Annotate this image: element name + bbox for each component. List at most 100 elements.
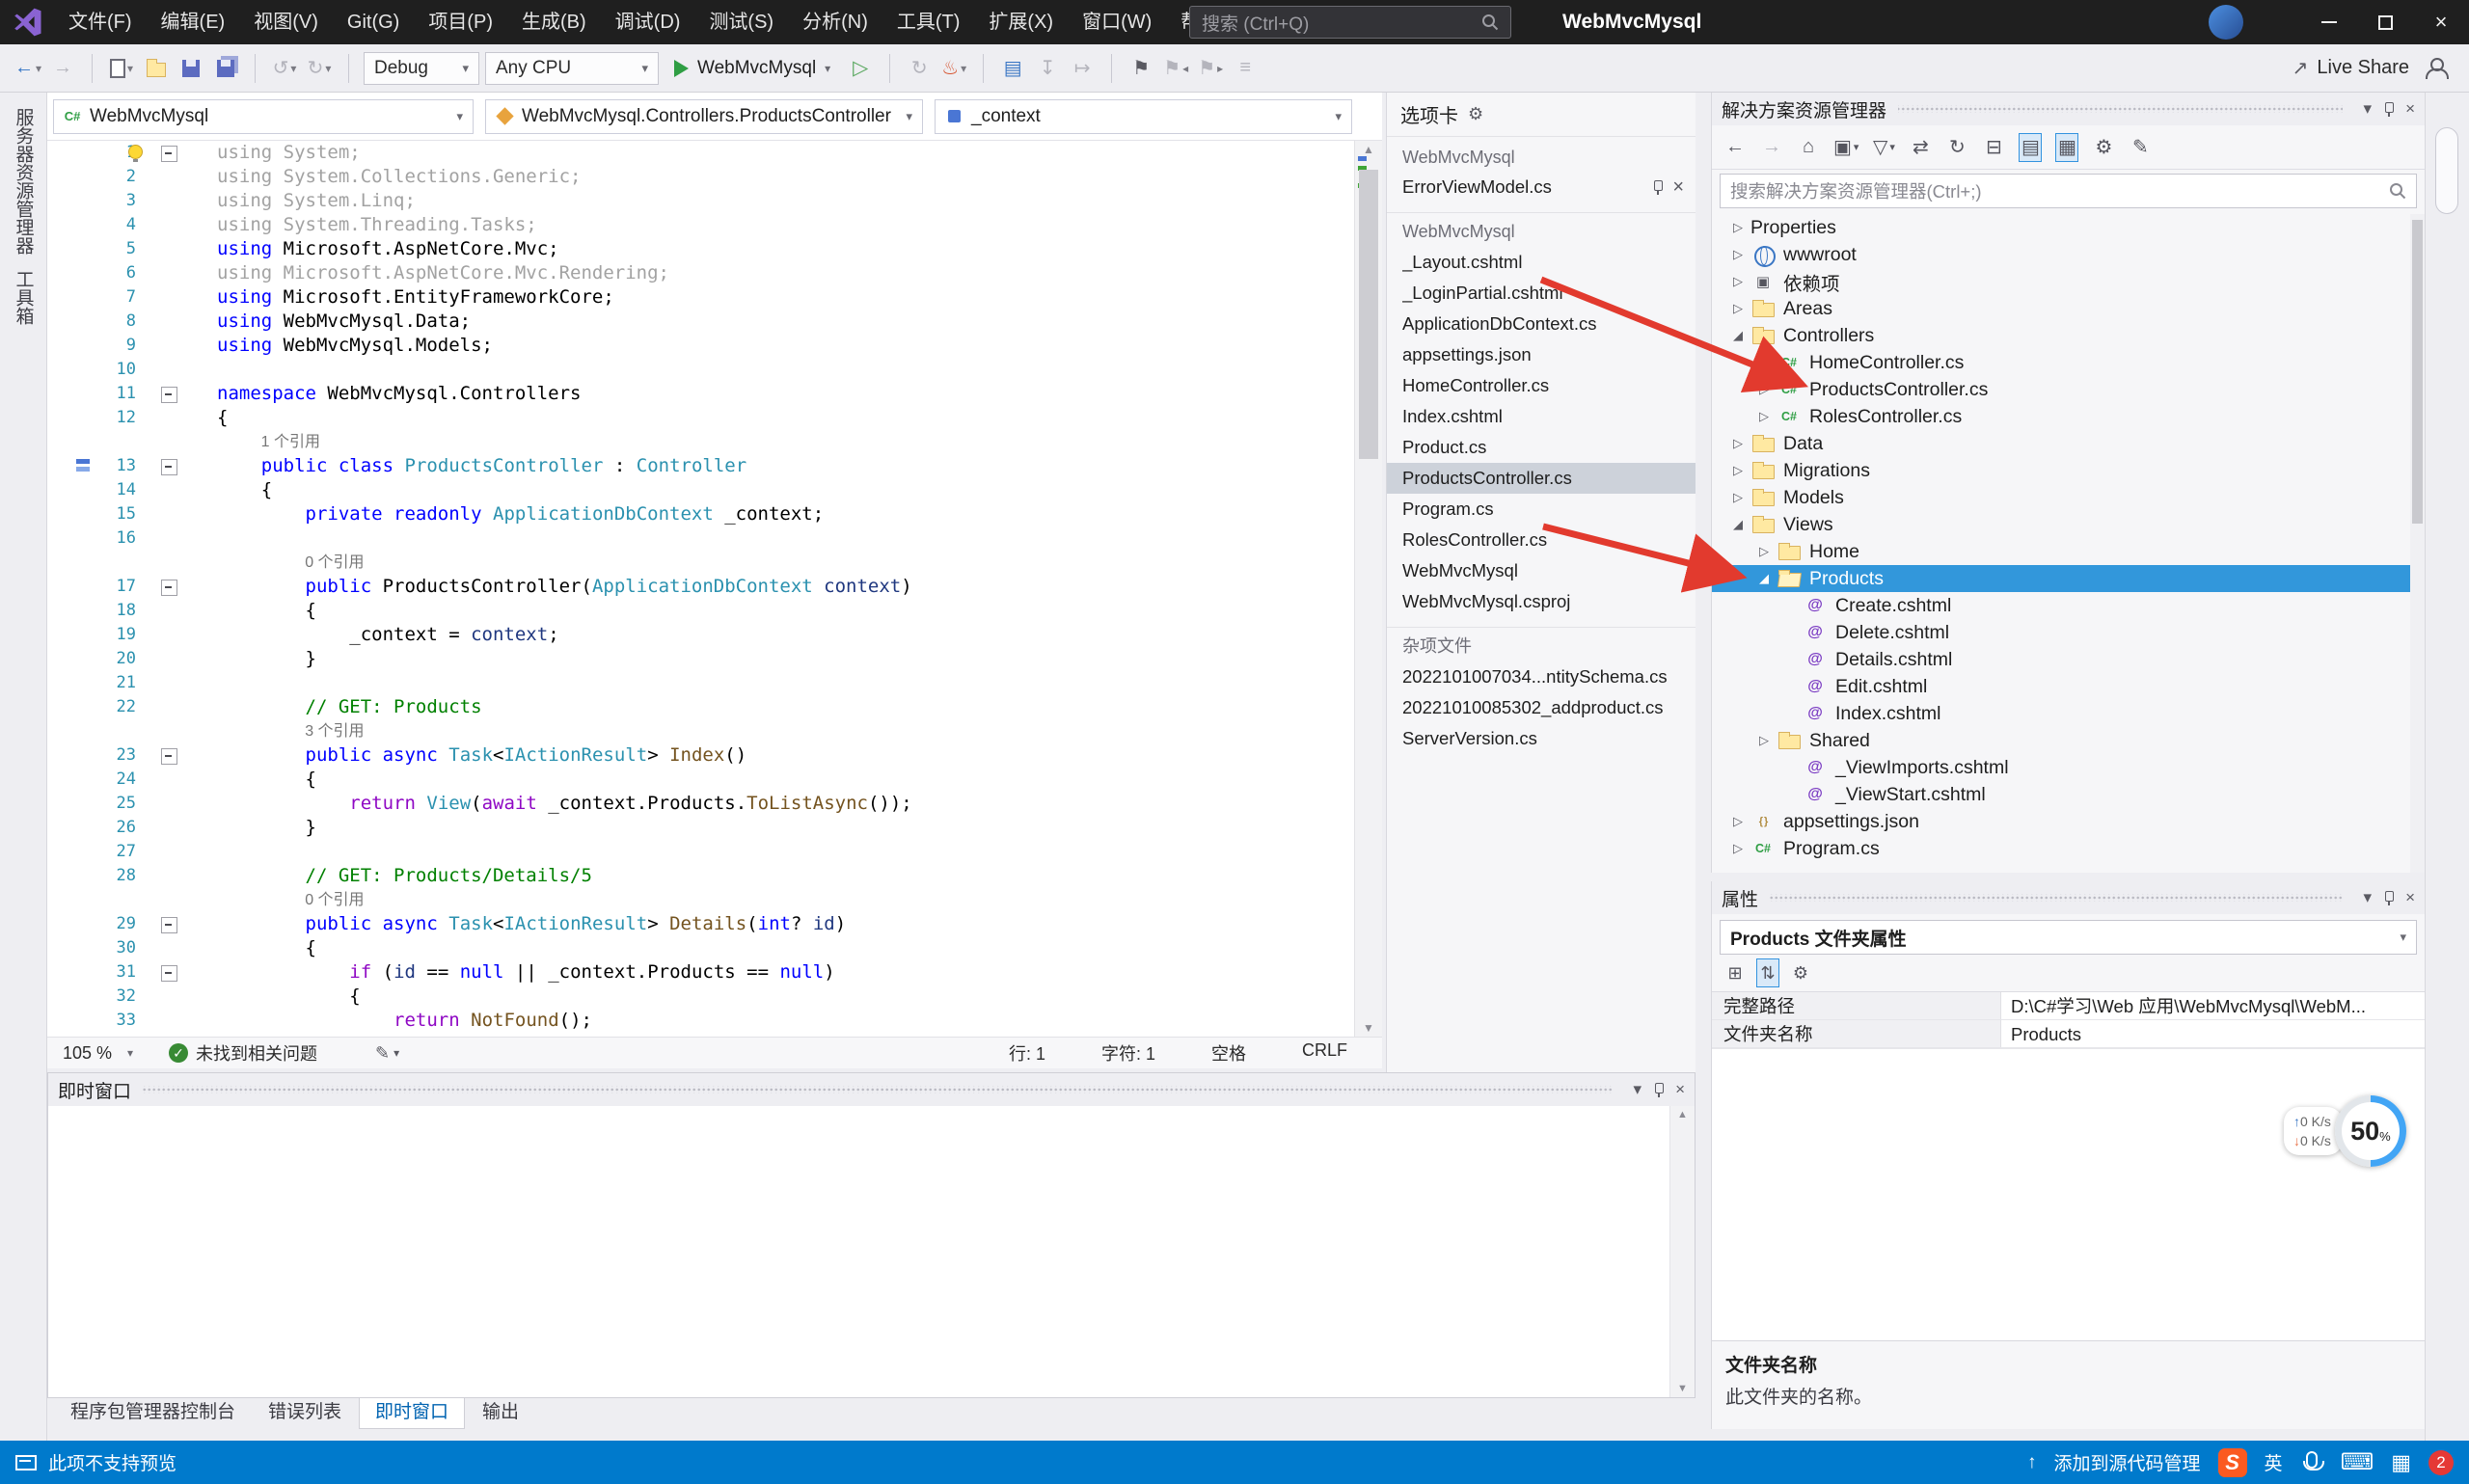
type-dropdown[interactable]: WebMvcMysql.Controllers.ProductsControll… <box>485 99 923 134</box>
solution-search-input[interactable]: 搜索解决方案资源管理器(Ctrl+;) <box>1720 174 2417 208</box>
property-pages-icon[interactable]: ⚙ <box>1789 958 1812 987</box>
close-icon[interactable]: × <box>1672 176 1684 199</box>
expander-icon[interactable]: ▷ <box>1725 463 1750 478</box>
account-icon[interactable] <box>2425 58 2446 79</box>
expander-icon[interactable]: ▷ <box>1725 814 1750 829</box>
switch-views-icon[interactable]: ▣▾ <box>1833 133 1859 162</box>
menu-窗口-w[interactable]: 窗口(W) <box>1068 0 1166 44</box>
menu-编辑-e[interactable]: 编辑(E) <box>147 0 240 44</box>
redo-button[interactable]: ↻▾ <box>305 51 334 86</box>
close-icon[interactable]: × <box>2405 888 2415 907</box>
undo-button[interactable]: ↺▾ <box>270 51 299 86</box>
home-icon[interactable]: ⌂ <box>1797 133 1820 162</box>
tree-item-productscontroller-cs[interactable]: ▷C#ProductsController.cs <box>1712 376 2425 403</box>
docwell-item-20221010085302-addproduct-cs[interactable]: 20221010085302_addproduct.cs <box>1387 692 1696 723</box>
menu-扩展-x[interactable]: 扩展(X) <box>974 0 1068 44</box>
column-indicator[interactable]: 字符: 1 <box>1101 1040 1155 1066</box>
menu-视图-v[interactable]: 视图(V) <box>239 0 333 44</box>
scroll-up-icon[interactable]: ▲ <box>1355 143 1382 156</box>
expander-icon[interactable]: ◢ <box>1725 328 1750 343</box>
docwell-item-appsettings-json[interactable]: appsettings.json <box>1387 339 1696 370</box>
minimize-button[interactable] <box>2301 0 2357 44</box>
docwell-item-layout-cshtml[interactable]: _Layout.cshtml <box>1387 247 1696 278</box>
pin-icon[interactable] <box>1650 179 1665 195</box>
open-folder-button[interactable] <box>142 51 171 86</box>
tree-item-views[interactable]: ◢Views <box>1712 511 2425 538</box>
menu-git-g[interactable]: Git(G) <box>333 0 414 44</box>
scrollbar-thumb[interactable] <box>2435 127 2458 214</box>
property-value[interactable]: D:\C#学习\Web 应用\WebMvcMysql\WebM... <box>2001 992 2425 1019</box>
menu-文件-f[interactable]: 文件(F) <box>54 0 147 44</box>
expander-icon[interactable]: ▷ <box>1751 409 1777 424</box>
tree-item-delete-cshtml[interactable]: @Delete.cshtml <box>1712 619 2425 646</box>
network-speed-overlay[interactable]: ↑0 K/s ↓0 K/s 50 % <box>2284 1095 2406 1167</box>
scroll-down-icon[interactable]: ▼ <box>1355 1021 1382 1035</box>
tree-item-edit-cshtml[interactable]: @Edit.cshtml <box>1712 673 2425 700</box>
pin-icon[interactable] <box>2381 101 2396 117</box>
tree-item-areas[interactable]: ▷Areas <box>1712 295 2425 322</box>
toolbox-vertical-tab[interactable]: 工具箱 <box>11 270 37 325</box>
ime-grid-icon[interactable]: ▦ <box>2391 1450 2411 1475</box>
tree-item-properties[interactable]: ▷⚙Properties <box>1712 214 2425 241</box>
docwell-item-homecontroller-cs[interactable]: HomeController.cs <box>1387 370 1696 401</box>
expander-icon[interactable]: ▷ <box>1751 544 1777 559</box>
fold-toggle-icon[interactable] <box>149 575 188 599</box>
codelens-label[interactable]: 1 个引用 <box>188 430 320 454</box>
step-over-button[interactable]: ↦ <box>1068 51 1097 86</box>
tree-item-data[interactable]: ▷Data <box>1712 430 2425 457</box>
menu-工具-t[interactable]: 工具(T) <box>882 0 975 44</box>
collapse-all-icon[interactable]: ⊟ <box>1982 133 2005 162</box>
codelens-label[interactable]: 0 个引用 <box>188 888 365 912</box>
expander-icon[interactable]: ◢ <box>1751 571 1777 586</box>
expander-icon[interactable]: ▷ <box>1725 301 1750 316</box>
docwell-item-webmvcmysql[interactable]: WebMvcMysql <box>1387 555 1696 586</box>
docwell-item-product-cs[interactable]: Product.cs <box>1387 432 1696 463</box>
code-editor[interactable]: 1using System;2using System.Collections.… <box>47 141 1354 1037</box>
docwell-item-program-cs[interactable]: Program.cs <box>1387 494 1696 525</box>
pin-icon[interactable] <box>2381 890 2396 905</box>
bottom-tab-错误列表[interactable]: 错误列表 <box>253 1398 357 1429</box>
new-project-button[interactable]: ▾ <box>107 51 136 86</box>
docwell-item-productscontroller-cs[interactable]: ProductsController.cs <box>1387 463 1696 494</box>
tree-item-migrations[interactable]: ▷Migrations <box>1712 457 2425 484</box>
panel-drag-grip[interactable] <box>1898 105 2343 113</box>
bottom-tab-输出[interactable]: 输出 <box>467 1398 534 1429</box>
immediate-window-content[interactable]: ▲ ▼ <box>48 1106 1695 1397</box>
expander-icon[interactable]: ▷ <box>1725 247 1750 262</box>
menu-项目-p[interactable]: 项目(P) <box>414 0 507 44</box>
fold-toggle-icon[interactable] <box>149 912 188 936</box>
edit-icon[interactable]: ✎ <box>2129 133 2152 162</box>
sync-with-active-document-icon[interactable]: ⇄ <box>1909 133 1932 162</box>
code-preview-button[interactable]: ▤ <box>998 51 1027 86</box>
live-share-button[interactable]: ↗ Live Share <box>2293 56 2409 80</box>
expander-icon[interactable]: ◢ <box>1725 517 1750 532</box>
docwell-item-errorviewmodel-cs[interactable]: ErrorViewModel.cs× <box>1387 172 1696 202</box>
editor-scrollbar[interactable]: ▲ ▼ <box>1354 141 1382 1037</box>
keyboard-icon[interactable]: ⌨ <box>2341 1448 2374 1476</box>
gear-icon[interactable]: ⚙ <box>1468 104 1483 124</box>
expander-icon[interactable]: ▷ <box>1751 733 1777 748</box>
tree-item-shared[interactable]: ▷Shared <box>1712 727 2425 754</box>
tree-item-viewimports-cshtml[interactable]: @_ViewImports.cshtml <box>1712 754 2425 781</box>
tree-item-models[interactable]: ▷Models <box>1712 484 2425 511</box>
codelens-label[interactable]: 3 个引用 <box>188 719 365 743</box>
member-dropdown[interactable]: _context ▾ <box>935 99 1352 134</box>
expander-icon[interactable]: ▷ <box>1751 355 1777 370</box>
platform-select[interactable]: Any CPU▾ <box>485 52 659 85</box>
edit-mode-icon[interactable]: ✎▾ <box>375 1043 399 1064</box>
lightbulb-icon[interactable] <box>128 145 143 159</box>
chevron-down-icon[interactable]: ▾ <box>2364 888 2373 907</box>
close-icon[interactable]: × <box>1675 1080 1685 1099</box>
close-button[interactable]: × <box>2413 0 2469 44</box>
scroll-up-icon[interactable]: ▲ <box>1670 1109 1695 1120</box>
tree-item-index-cshtml[interactable]: @Index.cshtml <box>1712 700 2425 727</box>
close-icon[interactable]: × <box>2405 99 2415 119</box>
add-to-source-control-button[interactable]: 添加到源代码管理 <box>2054 1449 2201 1475</box>
chevron-down-icon[interactable]: ▾ <box>2364 99 2373 119</box>
tree-item-viewstart-cshtml[interactable]: @_ViewStart.cshtml <box>1712 781 2425 808</box>
tree-item-依赖项[interactable]: ▷▣依赖项 <box>1712 268 2425 295</box>
expander-icon[interactable]: ▷ <box>1751 382 1777 397</box>
restart-app-button[interactable]: ↻ <box>905 51 934 86</box>
fold-toggle-icon[interactable] <box>149 960 188 985</box>
scroll-down-icon[interactable]: ▼ <box>1670 1383 1695 1394</box>
